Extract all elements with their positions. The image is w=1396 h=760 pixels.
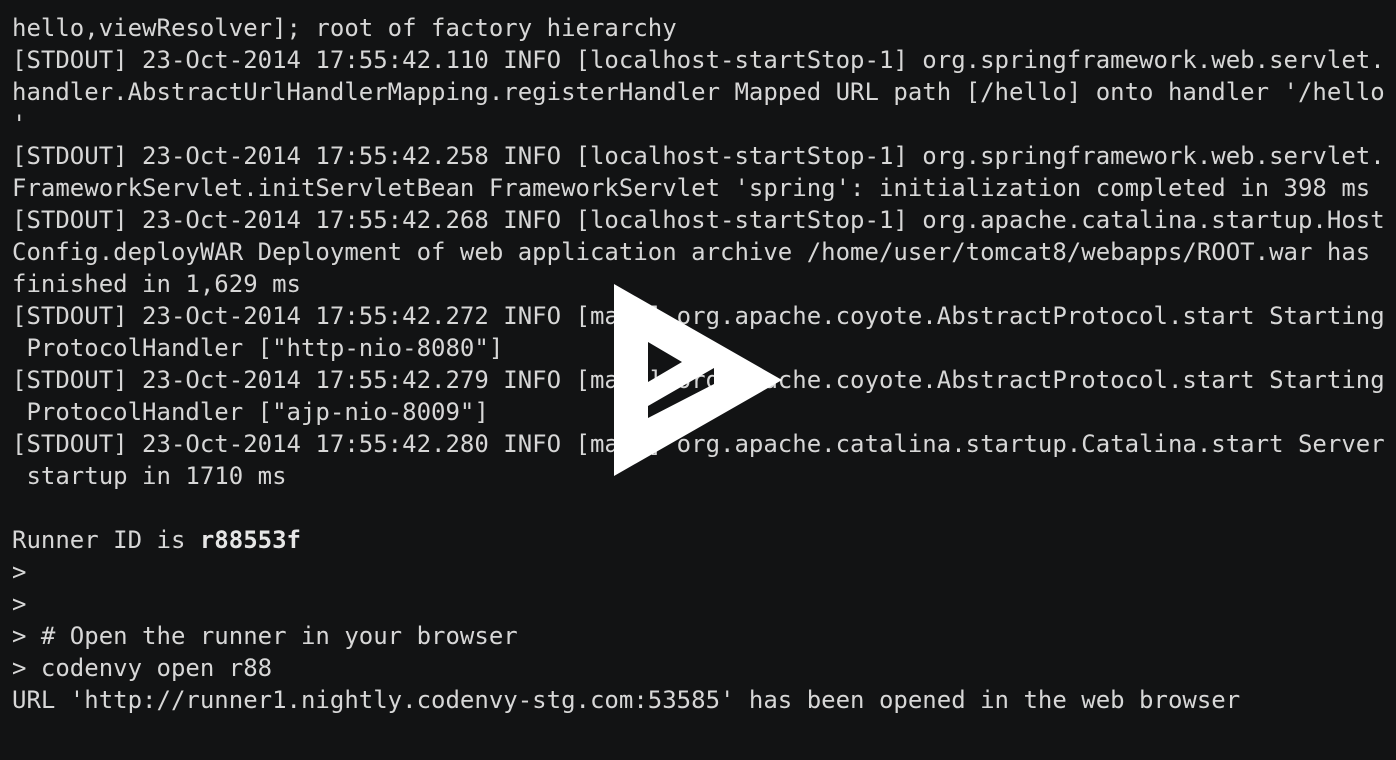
runner-id-value: r88553f: [199, 526, 301, 554]
log-line: [STDOUT] 23-Oct-2014 17:55:42.268 INFO […: [12, 206, 1384, 234]
runner-id-line: Runner ID is r88553f: [12, 524, 1384, 556]
prompt-line: URL 'http://runner1.nightly.codenvy-stg.…: [12, 686, 1241, 714]
prompt-line: >: [12, 590, 27, 618]
terminal-output: hello,viewResolver]; root of factory hie…: [0, 0, 1396, 760]
log-line: handler.AbstractUrlHandlerMapping.regist…: [12, 78, 1384, 106]
runner-id-label: Runner ID is: [12, 526, 200, 554]
prompt-line: > # Open the runner in your browser: [12, 622, 518, 650]
prompt-line: >: [12, 558, 27, 586]
log-line: ': [12, 110, 27, 138]
log-line: [STDOUT] 23-Oct-2014 17:55:42.258 INFO […: [12, 142, 1384, 170]
log-line: Config.deployWAR Deployment of web appli…: [12, 238, 1371, 266]
log-line: hello,viewResolver]; root of factory hie…: [12, 14, 677, 42]
log-line: [STDOUT] 23-Oct-2014 17:55:42.110 INFO […: [12, 46, 1384, 74]
play-icon: [614, 284, 782, 476]
play-button[interactable]: [614, 284, 782, 476]
log-line: FrameworkServlet.initServletBean Framewo…: [12, 174, 1371, 202]
prompt-line: > codenvy open r88: [12, 654, 273, 682]
